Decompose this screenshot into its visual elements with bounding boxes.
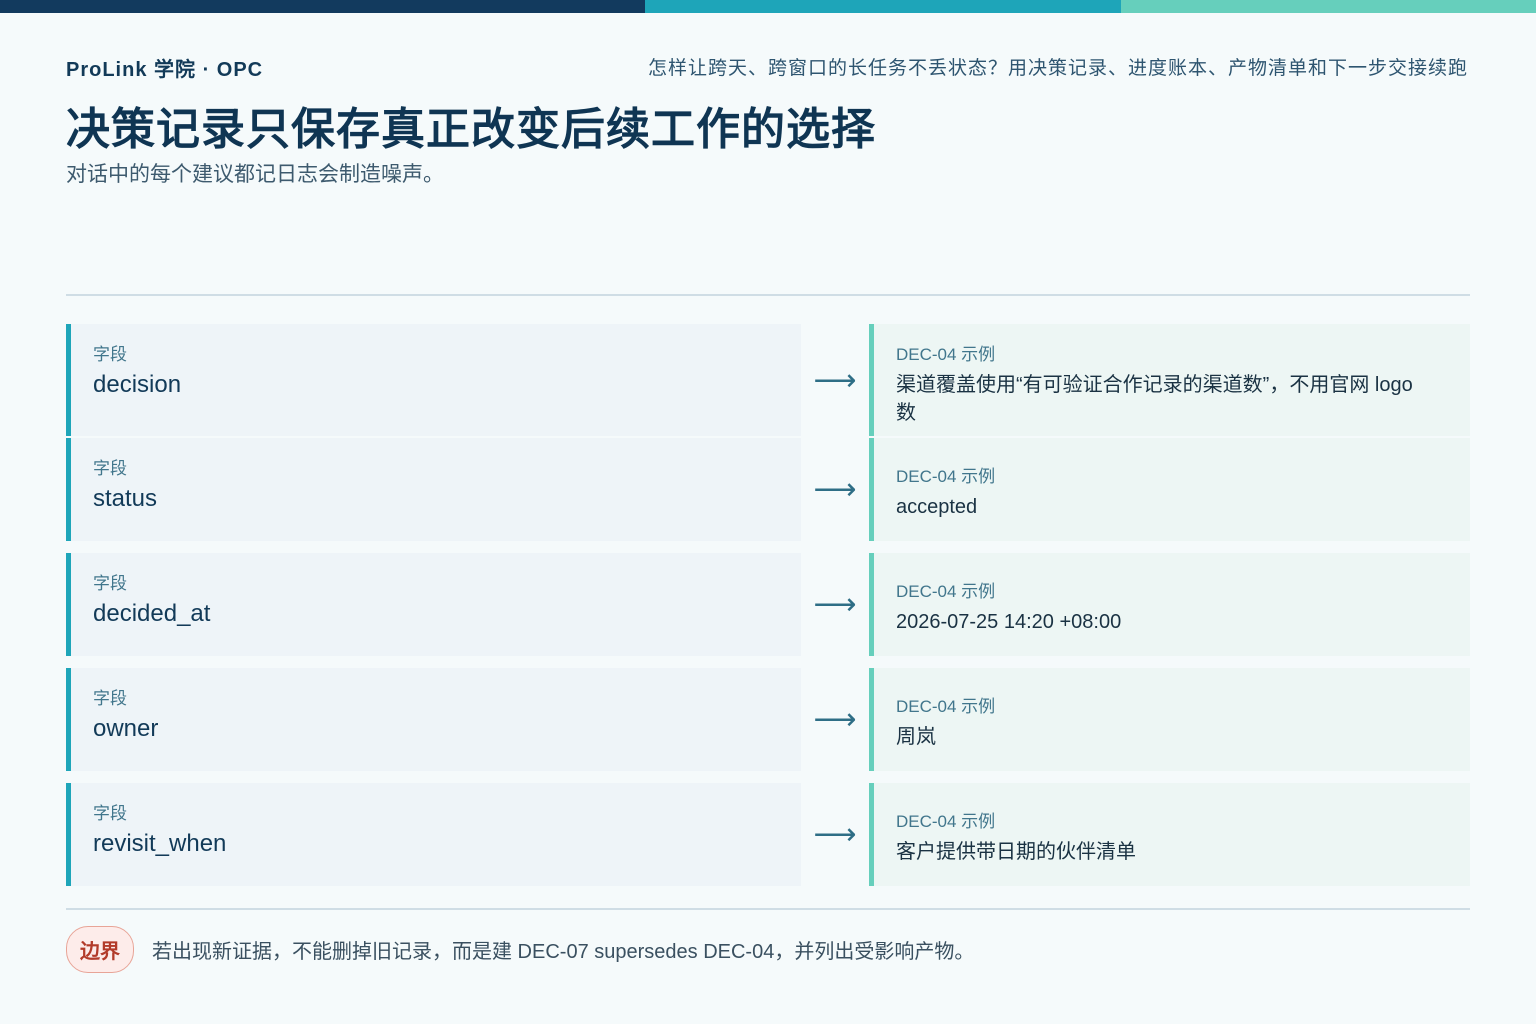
field-example-list: 字段 decision ⟶ DEC-04 示例 渠道覆盖使用“有可验证合作记录的… [66,324,1470,898]
field-tag: 字段 [93,459,127,478]
arrow-right-icon: ⟶ [813,817,857,852]
example-card: DEC-04 示例 客户提供带日期的伙伴清单 [869,783,1470,886]
header-question: 怎样让跨天、跨窗口的长任务不丢状态？用决策记录、进度账本、产物清单和下一步交接续… [647,58,1468,79]
field-name: owner [93,715,159,742]
divider-top [66,294,1470,296]
page-subtitle: 对话中的每个建议都记日志会制造噪声。 [66,163,444,186]
brand-label: ProLink 学院 · OPC [66,59,264,81]
example-value: 2026-07-25 14:20 +08:00 [896,611,1122,633]
boundary-badge: 边界 [66,926,134,973]
arrow-right-icon: ⟶ [813,472,857,507]
field-name: revisit_when [93,830,227,857]
example-tag: DEC-04 示例 [896,697,996,716]
arrow-right-icon: ⟶ [813,587,857,622]
example-tag: DEC-04 示例 [896,582,996,601]
accent-segment-teal [645,0,1121,13]
example-card: DEC-04 示例 渠道覆盖使用“有可验证合作记录的渠道数”，不用官网 logo… [869,324,1470,436]
example-value: 周岚 [896,726,936,748]
accent-segment-navy [0,0,645,13]
field-name: status [93,485,158,512]
field-card: 字段 decided_at [66,553,801,656]
field-tag: 字段 [93,574,127,593]
boundary-text: 若出现新证据，不能删掉旧记录，而是建 DEC-07 supersedes DEC… [152,941,975,963]
field-tag: 字段 [93,689,127,708]
divider-bottom [66,908,1470,910]
field-card: 字段 decision [66,324,801,436]
field-row-decided-at: 字段 decided_at ⟶ DEC-04 示例 2026-07-25 14:… [66,553,1470,656]
example-tag: DEC-04 示例 [896,812,996,831]
field-row-owner: 字段 owner ⟶ DEC-04 示例 周岚 [66,668,1470,771]
field-row-revisit-when: 字段 revisit_when ⟶ DEC-04 示例 客户提供带日期的伙伴清单 [66,783,1470,886]
arrow-right-icon: ⟶ [813,362,857,398]
example-card: DEC-04 示例 2026-07-25 14:20 +08:00 [869,553,1470,656]
arrow-right-icon: ⟶ [813,702,857,737]
example-tag: DEC-04 示例 [896,345,996,364]
field-tag: 字段 [93,345,127,364]
field-card: 字段 status [66,438,801,541]
accent-segment-mint [1121,0,1536,13]
field-card: 字段 revisit_when [66,783,801,886]
field-card: 字段 owner [66,668,801,771]
boundary-note: 边界 若出现新证据，不能删掉旧记录，而是建 DEC-07 supersedes … [66,926,974,973]
example-value: 渠道覆盖使用“有可验证合作记录的渠道数”，不用官网 logo 数 [896,374,1413,424]
field-name: decided_at [93,600,211,627]
example-tag: DEC-04 示例 [896,467,996,486]
field-name: decision [93,371,182,398]
example-value: 客户提供带日期的伙伴清单 [896,841,1136,863]
field-tag: 字段 [93,804,127,823]
top-accent-bar [0,0,1536,13]
page-title: 决策记录只保存真正改变后续工作的选择 [66,105,876,154]
field-row-decision: 字段 decision ⟶ DEC-04 示例 渠道覆盖使用“有可验证合作记录的… [66,324,1470,436]
example-value: accepted [896,496,978,518]
example-card: DEC-04 示例 accepted [869,438,1470,541]
field-row-status: 字段 status ⟶ DEC-04 示例 accepted [66,438,1470,541]
example-card: DEC-04 示例 周岚 [869,668,1470,771]
